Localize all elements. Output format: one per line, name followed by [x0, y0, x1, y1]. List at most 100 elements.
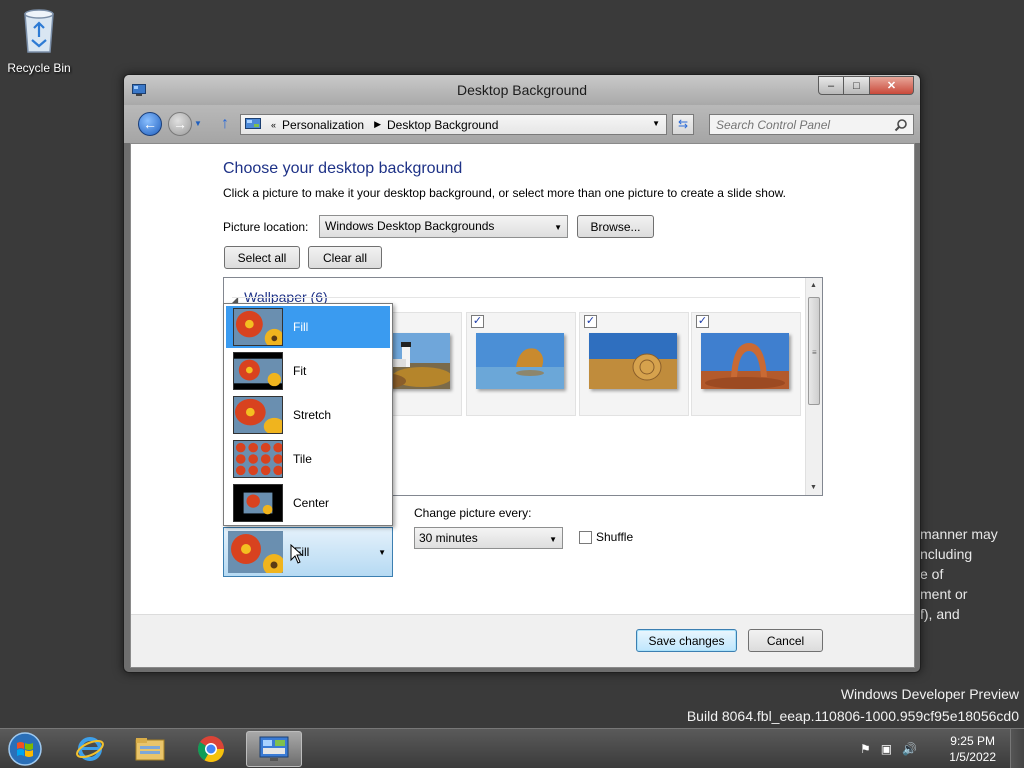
- address-dropdown-icon[interactable]: ▼: [652, 119, 660, 128]
- action-center-flag-icon[interactable]: ⚑: [860, 742, 871, 756]
- breadcrumb-overflow[interactable]: «: [271, 120, 276, 130]
- system-tray: ⚑ ▣ 🔊 9:25 PM 1/5/2022: [854, 729, 1024, 768]
- wallpaper-tile-rock-arch-water[interactable]: ✓: [466, 312, 576, 416]
- window-title: Desktop Background: [457, 82, 587, 98]
- start-button[interactable]: [4, 730, 46, 768]
- breadcrumb-separator-icon[interactable]: ▶: [374, 119, 381, 130]
- position-option-center[interactable]: Center: [226, 482, 390, 524]
- cancel-button[interactable]: Cancel: [748, 629, 823, 652]
- change-interval-select[interactable]: 30 minutes ▼: [414, 527, 563, 549]
- taskbar-chrome[interactable]: [183, 731, 239, 767]
- picture-location-value: Windows Desktop Backgrounds: [325, 219, 495, 233]
- taskbar-file-explorer[interactable]: [122, 731, 178, 767]
- hay-bale-thumbnail: [589, 333, 677, 389]
- forward-button[interactable]: →: [168, 112, 192, 136]
- control-panel-icon: [245, 118, 261, 129]
- caption-buttons: – □ ✕: [818, 76, 914, 95]
- chrome-icon: [197, 736, 225, 763]
- refresh-button[interactable]: ⇆: [672, 114, 694, 135]
- wallpaper-checkbox[interactable]: ✓: [696, 315, 709, 328]
- title-bar[interactable]: Desktop Background – □ ✕: [124, 75, 920, 105]
- search-input[interactable]: [710, 115, 913, 134]
- background-window-text: manner may ncluding e of ment or f), and: [920, 526, 998, 622]
- maximize-button[interactable]: □: [844, 76, 870, 95]
- back-arrow-icon: ←: [143, 116, 157, 132]
- recycle-bin-label: Recycle Bin: [7, 61, 71, 75]
- recycle-bin-icon: [24, 9, 54, 53]
- scroll-down-arrow-icon[interactable]: ▼: [810, 484, 817, 491]
- shuffle-label: Shuffle: [596, 530, 634, 544]
- content-pane: Choose your desktop background Click a p…: [130, 143, 915, 668]
- picture-position-dropdown[interactable]: Fill ▼: [223, 527, 393, 577]
- group-divider: [232, 297, 800, 298]
- recycle-bin-desktop-icon[interactable]: Recycle Bin: [6, 6, 72, 75]
- up-one-level-icon[interactable]: ↑: [216, 115, 234, 133]
- delicate-arch-thumbnail: [701, 333, 789, 389]
- folder-icon: [135, 738, 165, 761]
- clock[interactable]: 9:25 PM 1/5/2022: [949, 733, 996, 765]
- clock-date: 1/5/2022: [949, 750, 996, 764]
- minimize-button[interactable]: –: [818, 76, 844, 95]
- clear-all-button[interactable]: Clear all: [308, 246, 382, 269]
- volume-icon[interactable]: 🔊: [902, 742, 917, 756]
- dialog-footer: Save changes Cancel: [131, 614, 914, 667]
- chevron-down-icon: ▼: [554, 223, 562, 232]
- browse-button[interactable]: Browse...: [577, 215, 654, 238]
- wallpaper-checkbox[interactable]: ✓: [471, 315, 484, 328]
- wallpaper-tile-hay-bale[interactable]: ✓: [579, 312, 689, 416]
- windows-logo-icon: [8, 732, 42, 766]
- scroll-up-arrow-icon[interactable]: ▲: [810, 282, 817, 289]
- breadcrumb-personalization[interactable]: Personalization: [282, 118, 364, 132]
- fill-preview-icon: [233, 308, 283, 346]
- change-picture-label: Change picture every:: [414, 506, 532, 520]
- chevron-down-icon: ▼: [378, 548, 386, 557]
- fit-preview-icon: [233, 352, 283, 390]
- scrollbar-thumb[interactable]: ≡: [808, 297, 820, 405]
- internet-explorer-icon: [76, 737, 104, 761]
- taskbar-internet-explorer[interactable]: [62, 731, 118, 767]
- position-option-stretch[interactable]: Stretch: [226, 394, 390, 436]
- desktop-background-window: Desktop Background – □ ✕ ← → ▼ ↑ « Perso…: [123, 74, 921, 673]
- interval-value: 30 minutes: [419, 531, 478, 545]
- taskbar-control-panel[interactable]: [246, 731, 302, 767]
- page-title: Choose your desktop background: [223, 160, 463, 177]
- address-bar[interactable]: « Personalization ▶ Desktop Background ▼: [240, 114, 667, 135]
- rock-arch-thumbnail: [476, 333, 564, 389]
- navigation-bar: ← → ▼ ↑ « Personalization ▶ Desktop Back…: [124, 105, 920, 143]
- tile-preview-icon: [233, 440, 283, 478]
- position-option-fill[interactable]: Fill: [226, 306, 390, 348]
- wallpaper-tile-delicate-arch[interactable]: ✓: [691, 312, 801, 416]
- search-box[interactable]: [709, 114, 914, 135]
- taskbar: ⚑ ▣ 🔊 9:25 PM 1/5/2022: [0, 728, 1024, 768]
- search-icon: [894, 119, 907, 132]
- forward-arrow-icon: →: [173, 116, 187, 132]
- flower-thumbnail: [228, 531, 283, 573]
- shuffle-checkbox[interactable]: Shuffle: [579, 530, 633, 544]
- back-button[interactable]: ←: [138, 112, 162, 136]
- breadcrumb-desktop-background[interactable]: Desktop Background: [387, 118, 498, 132]
- watermark-line-2: Build 8064.fbl_eeap.110806-1000.959cf95e…: [686, 708, 1019, 724]
- watermark-line-1: Windows Developer Preview: [840, 686, 1019, 702]
- picture-location-label: Picture location:: [223, 220, 309, 234]
- page-description: Click a picture to make it your desktop …: [223, 186, 786, 200]
- control-panel-icon: [259, 736, 289, 761]
- clock-time: 9:25 PM: [950, 734, 995, 748]
- picture-location-select[interactable]: Windows Desktop Backgrounds ▼: [319, 215, 568, 238]
- checkbox-box[interactable]: [579, 530, 592, 544]
- network-icon[interactable]: ▣: [881, 742, 892, 756]
- picture-position-list: Fill Fit Stretch Tile Center: [223, 303, 393, 526]
- mouse-cursor-icon: [290, 544, 304, 564]
- close-button[interactable]: ✕: [870, 76, 914, 95]
- position-option-fit[interactable]: Fit: [226, 350, 390, 392]
- chevron-down-icon: ▼: [549, 535, 557, 544]
- stretch-preview-icon: [233, 396, 283, 434]
- gallery-scrollbar[interactable]: ▲ ≡ ▼: [805, 278, 822, 495]
- wallpaper-checkbox[interactable]: ✓: [584, 315, 597, 328]
- center-preview-icon: [233, 484, 283, 522]
- save-changes-button[interactable]: Save changes: [636, 629, 737, 652]
- position-option-tile[interactable]: Tile: [226, 438, 390, 480]
- show-desktop-button[interactable]: [1010, 729, 1024, 768]
- refresh-icon: ⇆: [677, 117, 689, 131]
- select-all-button[interactable]: Select all: [224, 246, 300, 269]
- recent-pages-dropdown-icon[interactable]: ▼: [194, 119, 202, 128]
